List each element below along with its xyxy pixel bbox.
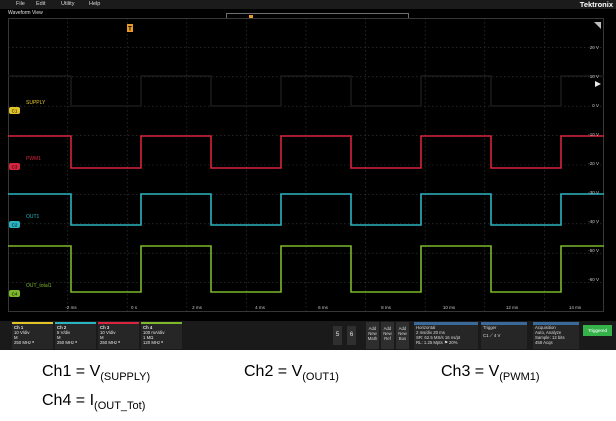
- ch4-badge[interactable]: Ch 4 100 mA/div 1 MΩ 120 MHz ᴮ: [141, 322, 182, 349]
- view-corner-icon: [594, 22, 601, 29]
- x-tick-label: 6 ms: [318, 305, 329, 310]
- caption-ch2-prefix: Ch2 = V: [244, 363, 303, 380]
- x-tick-label: -2 ms: [65, 305, 77, 310]
- ch1-bandwidth: 250 MHz ᴮ: [14, 340, 35, 345]
- y-tick-label: 0 V: [592, 103, 599, 108]
- waveform-label: SUPPLY: [26, 100, 46, 106]
- add-ref-label-3: Ref: [384, 336, 391, 341]
- caption-ch2: Ch2 = V(OUT1): [244, 363, 339, 386]
- menu-file[interactable]: File: [16, 0, 25, 9]
- channel-5-button[interactable]: 5: [333, 326, 342, 345]
- acquisition-badge[interactable]: Acquisition Auto, Analyze Sample: 12 bit…: [533, 322, 579, 349]
- ch4-bandwidth: 120 MHz ᴮ: [143, 340, 164, 345]
- caption-ch1-sub: (SUPPLY): [100, 371, 151, 383]
- x-tick-label: 4 ms: [255, 305, 266, 310]
- x-tick-label: 12 ms: [506, 305, 519, 310]
- trigger-level-arrow: [595, 81, 601, 87]
- badge-bar: Ch 1 10 V/div M 250 MHz ᴮ Ch 2 5 V/div M…: [0, 321, 616, 350]
- trigger-marker-label: T: [128, 27, 132, 33]
- x-tick-label: 2 ms: [192, 305, 203, 310]
- caption-ch1: Ch1 = V(SUPPLY): [42, 363, 150, 386]
- caption-ch4-sub: (OUT_Tot): [94, 400, 146, 412]
- y-tick-label: -30 V: [588, 190, 599, 195]
- waveform-label: OUT_total1: [26, 283, 52, 289]
- channel-marker-c1[interactable]: C1: [9, 107, 20, 114]
- ch2-badge[interactable]: Ch 2 5 V/div M 250 MHz ᴮ: [55, 322, 96, 349]
- caption-ch3-prefix: Ch3 = V: [441, 363, 500, 380]
- horizontal-badge[interactable]: Horizontal 2 ms/div 20 ms SR: 62.5 MS/s …: [414, 322, 478, 349]
- channel-marker-text: C2: [12, 223, 18, 228]
- add-bus-button[interactable]: Add New Bus: [396, 322, 409, 349]
- menu-bar: File Edit Utility Help Tektronix: [0, 0, 616, 9]
- trigger-title: Trigger: [483, 325, 497, 330]
- x-tick-label: 10 ms: [443, 305, 456, 310]
- x-tick-label: 14 ms: [569, 305, 582, 310]
- ch3-badge[interactable]: Ch 3 10 V/div M 250 MHz ᴮ: [98, 322, 139, 349]
- waveform-view[interactable]: C1 SUPPLY C3 PWM1 C2 OUT1 C4 OUT_total1 20 V 10 V…: [8, 18, 604, 312]
- add-bus-label-3: Bus: [398, 336, 407, 341]
- channel-marker-c4[interactable]: C4: [9, 290, 20, 297]
- caption-ch4: Ch4 = I(OUT_Tot): [42, 392, 145, 415]
- oscilloscope-window: File Edit Utility Help Tektronix Wavefor…: [0, 0, 616, 350]
- y-tick-label: -40 V: [588, 219, 599, 224]
- y-tick-label: -20 V: [588, 161, 599, 166]
- ch2-bandwidth: 250 MHz ᴮ: [57, 340, 78, 345]
- menu-help[interactable]: Help: [89, 0, 100, 9]
- trigger-settings: C1 ⟋ 4 V: [483, 333, 501, 338]
- x-tick-label: 8 ms: [381, 305, 392, 310]
- caption-ch3: Ch3 = V(PWM1): [441, 363, 540, 386]
- waveform-plot: C1 SUPPLY C3 PWM1 C2 OUT1 C4 OUT_total1 20 V 10 V…: [8, 18, 604, 312]
- channel-marker-text: C1: [12, 109, 18, 114]
- caption-ch2-sub: (OUT1): [302, 371, 339, 383]
- acquisition-line-3: 458 Acqs: [535, 340, 553, 345]
- add-math-label-3: Math: [367, 336, 378, 341]
- caption-ch4-prefix: Ch4 = I: [42, 392, 95, 409]
- y-tick-label: 10 V: [590, 74, 599, 79]
- caption-ch1-prefix: Ch1 = V: [42, 363, 101, 380]
- brand-logo: Tektronix: [579, 0, 613, 9]
- y-tick-label: -60 V: [588, 277, 599, 282]
- menu-edit[interactable]: Edit: [36, 0, 45, 9]
- channel-marker-c3[interactable]: C3: [9, 163, 20, 170]
- add-ref-button[interactable]: Add New Ref: [381, 322, 394, 349]
- x-tick-label: 0 s: [131, 305, 138, 310]
- ch3-bandwidth: 250 MHz ᴮ: [100, 340, 121, 345]
- y-tick-label: -50 V: [588, 248, 599, 253]
- menu-utility[interactable]: Utility: [61, 0, 74, 9]
- channel-marker-c2[interactable]: C2: [9, 221, 20, 228]
- add-math-button[interactable]: Add New Math: [366, 322, 379, 349]
- waveform-label: PWM1: [26, 156, 41, 162]
- figure-caption: Ch1 = V(SUPPLY) Ch2 = V(OUT1) Ch3 = V(PW…: [0, 350, 616, 421]
- channel-marker-text: C3: [12, 165, 18, 170]
- y-tick-label: 20 V: [590, 45, 599, 50]
- waveform-view-title: Waveform View: [8, 10, 43, 16]
- ch1-badge[interactable]: Ch 1 10 V/div M 250 MHz ᴮ: [12, 322, 53, 349]
- triggered-status-button[interactable]: Triggered: [583, 325, 612, 336]
- waveform-label: OUT1: [26, 214, 40, 220]
- horizontal-line-3: RL: 1.25 Mpts ⚑ 20%: [416, 340, 458, 345]
- trigger-badge[interactable]: Trigger C1 ⟋ 4 V: [481, 322, 527, 349]
- channel-marker-text: C4: [12, 292, 18, 297]
- caption-ch3-sub: (PWM1): [499, 371, 540, 383]
- channel-6-button[interactable]: 6: [347, 326, 356, 345]
- y-tick-label: -10 V: [588, 132, 599, 137]
